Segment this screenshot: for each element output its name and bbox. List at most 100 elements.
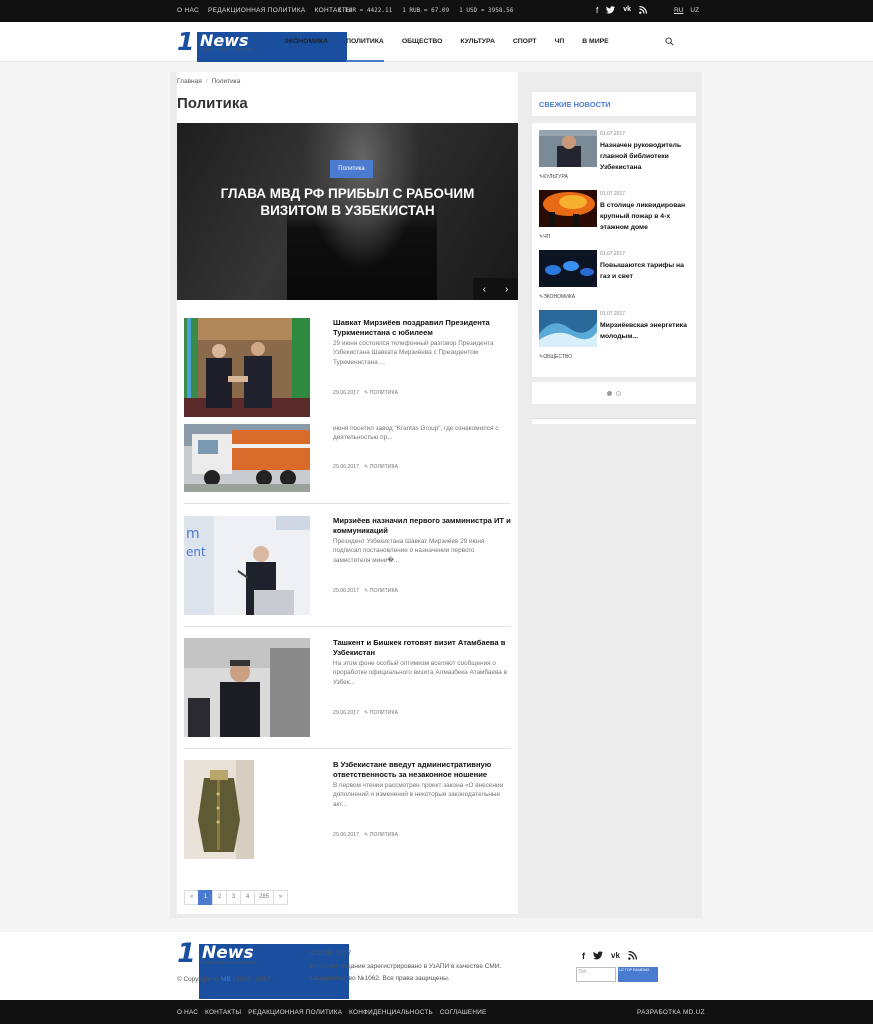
page-1-button[interactable]: 1: [198, 890, 213, 905]
top-counter-badge[interactable]: Топ: [576, 967, 616, 982]
article-category[interactable]: ✎ ПОЛИТИКА: [364, 832, 398, 838]
nav-item-world[interactable]: В МИРЕ: [573, 22, 617, 62]
article-category[interactable]: ✎ ПОЛИТИКА: [364, 588, 398, 594]
footer-logo-one: 1: [177, 938, 196, 969]
pagination: « 1 2 3 4 285 »: [184, 890, 289, 905]
sidebar-news-thumbnail[interactable]: [539, 130, 597, 167]
rss-icon[interactable]: [639, 5, 648, 16]
lang-ru[interactable]: RU: [674, 7, 683, 14]
page-4-button[interactable]: 4: [240, 890, 255, 905]
article-divider: [184, 626, 511, 627]
sidebar-news-thumbnail[interactable]: [539, 250, 597, 287]
search-icon[interactable]: [665, 37, 674, 46]
sidebar-news-date: 01.07.2017: [600, 131, 626, 137]
vk-icon[interactable]: vk: [611, 951, 620, 962]
article-divider: [184, 503, 511, 504]
bottom-link-contacts[interactable]: КОНТАКТЫ: [205, 1009, 241, 1016]
sidebar-news-title[interactable]: Назначен руководитель главной библиотеки…: [600, 140, 692, 173]
article-title[interactable]: Мирзиёев назначил первого замминистра ИТ…: [333, 516, 511, 536]
page-last-button[interactable]: 285: [254, 890, 275, 905]
sidebar-news-category-label: ЧП: [543, 234, 551, 240]
article-thumbnail[interactable]: [184, 638, 310, 737]
page-prev-button[interactable]: «: [184, 890, 199, 905]
sidebar-news-category[interactable]: ✎ЧП: [539, 234, 550, 240]
nav-item-economy[interactable]: ЭКОНОМИКА: [284, 22, 337, 62]
article-title[interactable]: Шавкат Мирзиёев поздравил Президента Тур…: [333, 318, 511, 338]
article-thumbnail[interactable]: [184, 424, 310, 492]
twitter-icon[interactable]: [593, 951, 603, 962]
top-link-editorial[interactable]: РЕДАКЦИОННАЯ ПОЛИТИКА: [208, 7, 306, 14]
page-title: Политика: [177, 95, 248, 112]
page-next-button[interactable]: »: [273, 890, 289, 905]
sidebar-news-title[interactable]: Повышаются тарифы на газ и свет: [600, 260, 692, 282]
bottom-link-editorial[interactable]: РЕДАКЦИОННАЯ ПОЛИТИКА: [248, 1009, 342, 1016]
article-thumbnail[interactable]: [184, 318, 310, 417]
currency-rates: 1 EUR = 4422.11 1 RUB = 67.09 1 USD = 39…: [338, 7, 513, 14]
slider-next-button[interactable]: ›: [505, 284, 508, 295]
footer-logo[interactable]: 1 News НОВОСТНОЕ АГЕНТСТВО: [177, 938, 349, 999]
copyright-mb-link[interactable]: MB: [221, 976, 231, 983]
sidebar-news-category[interactable]: ✎ЭКОНОМИКА: [539, 294, 575, 300]
article-divider: [184, 748, 511, 749]
lang-uz[interactable]: UZ: [690, 7, 699, 14]
developer-link[interactable]: РАЗРАБОТКА MD.UZ: [637, 1009, 705, 1016]
site-logo[interactable]: 1 News НОВОСТНОЕ АГЕНТСТВО: [177, 29, 347, 87]
article-date: 29.06.2017: [333, 390, 359, 396]
ranking-counter-badge[interactable]: UZ TOP RANKING: [618, 967, 658, 982]
pencil-icon: ✎: [363, 390, 369, 396]
twitter-icon[interactable]: [606, 6, 616, 16]
breadcrumb-home[interactable]: Главная: [177, 78, 202, 85]
page-3-button[interactable]: 3: [226, 890, 241, 905]
sidebar-news-category[interactable]: ✎ОБЩЕСТВО: [539, 354, 572, 360]
top-link-about[interactable]: О НАС: [177, 7, 199, 14]
article-category[interactable]: ✎ ПОЛИТИКА: [364, 710, 398, 716]
hero-slider[interactable]: Политика ГЛАВА МВД РФ ПРИБЫЛ С РАБОЧИМ В…: [177, 123, 518, 300]
vk-icon[interactable]: vk: [623, 6, 631, 16]
sidebar-news-title[interactable]: В столице ликвидирован крупный пожар в 4…: [600, 200, 692, 233]
nav-item-sport[interactable]: СПОРТ: [504, 22, 546, 62]
article-thumbnail[interactable]: m ent: [184, 516, 310, 615]
sidebar-news-item: 01.07.2017 Мирзиёевская энергетика молод…: [539, 303, 692, 360]
article-category[interactable]: ✎ ПОЛИТИКА: [364, 390, 398, 396]
sidebar-news-date: 01.07.2017: [600, 251, 626, 257]
pencil-icon: ✎: [363, 710, 369, 716]
facebook-icon[interactable]: f: [596, 6, 598, 16]
slider-prev-button[interactable]: ‹: [483, 284, 486, 295]
rss-icon[interactable]: [628, 950, 638, 962]
article-thumbnail[interactable]: [184, 760, 254, 859]
sidebar-news-title[interactable]: Мирзиёевская энергетика молодым...: [600, 320, 692, 342]
nav-item-politics[interactable]: ПОЛИТИКА: [337, 22, 393, 62]
article-excerpt: Президент Узбекистана Шавкат Мирзиёев 29…: [333, 538, 485, 564]
article-meta: 29.06.2017 ✎ ПОЛИТИКА: [333, 464, 398, 470]
article-category-label: ПОЛИТИКА: [369, 588, 398, 594]
article-title[interactable]: В Узбекистане введут административную от…: [333, 760, 511, 780]
carousel-dot-2[interactable]: [616, 391, 621, 396]
article-category-label: ПОЛИТИКА: [369, 710, 398, 716]
hero-title[interactable]: ГЛАВА МВД РФ ПРИБЫЛ С РАБОЧИМ ВИЗИТОМ В …: [217, 185, 478, 219]
carousel-dot-1[interactable]: [607, 391, 612, 396]
sidebar-heading: СВЕЖИЕ НОВОСТИ: [539, 100, 611, 109]
facebook-icon[interactable]: f: [582, 951, 585, 962]
bottom-link-about[interactable]: О НАС: [177, 1009, 198, 1016]
rate-eur: 1 EUR = 4422.11: [338, 7, 393, 14]
footer-certificate: Свидетельство №1062. Все права защищены.: [310, 975, 450, 982]
article-date: 29.06.2017: [333, 832, 359, 838]
article-item: Ташкент и Бишкек готовят визит Атамбаева…: [184, 638, 511, 738]
bottom-link-privacy[interactable]: КОНФИДЕНЦИАЛЬНОСТЬ: [349, 1009, 433, 1016]
hero-category-badge[interactable]: Политика: [330, 160, 373, 178]
article-title[interactable]: Ташкент и Бишкек готовят визит Атамбаева…: [333, 638, 511, 658]
top-bar: О НАС РЕДАКЦИОННАЯ ПОЛИТИКА КОНТАКТЫ 1 E…: [0, 0, 873, 22]
sidebar-news-thumbnail[interactable]: [539, 190, 597, 227]
bottom-bar: О НАС КОНТАКТЫ РЕДАКЦИОННАЯ ПОЛИТИКА КОН…: [0, 1000, 873, 1024]
sidebar-news-date: 01.07.2017: [600, 311, 626, 317]
nav-item-society[interactable]: ОБЩЕСТВО: [393, 22, 452, 62]
sidebar-news-category-label: КУЛЬТУРА: [543, 174, 568, 180]
nav-item-emergency[interactable]: ЧП: [546, 22, 574, 62]
bottom-link-agreement[interactable]: СОГЛАШЕНИЕ: [440, 1009, 487, 1016]
sidebar-carousel-dots: [532, 382, 696, 404]
nav-item-culture[interactable]: КУЛЬТУРА: [451, 22, 503, 62]
sidebar-news-category[interactable]: ✎КУЛЬТУРА: [539, 174, 568, 180]
sidebar-news-thumbnail[interactable]: [539, 310, 597, 347]
page-2-button[interactable]: 2: [212, 890, 227, 905]
article-category[interactable]: ✎ ПОЛИТИКА: [364, 464, 398, 470]
